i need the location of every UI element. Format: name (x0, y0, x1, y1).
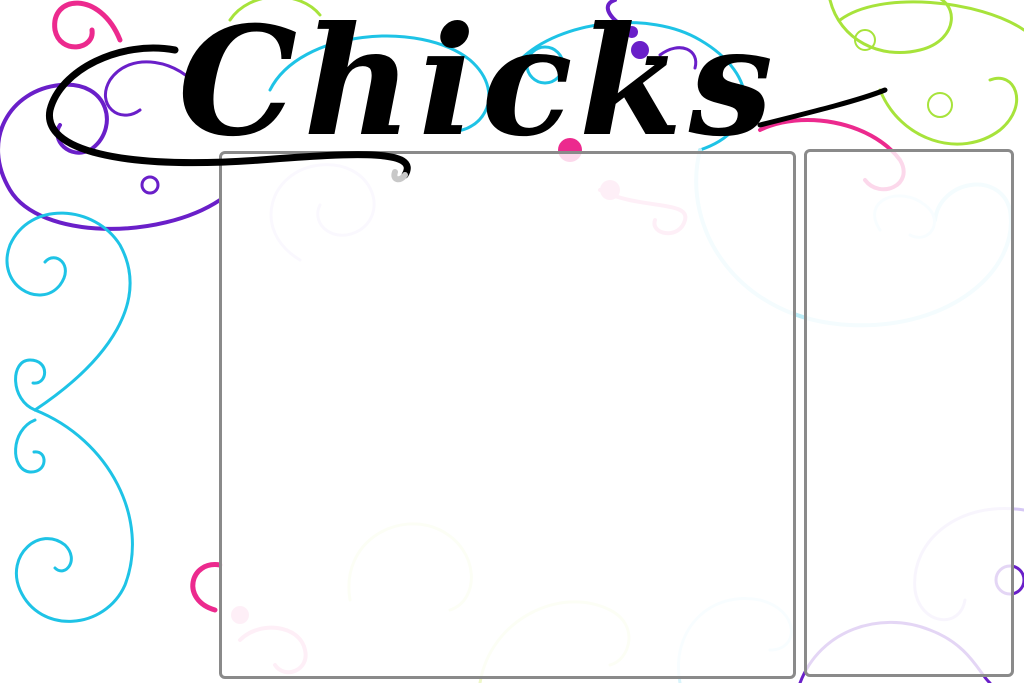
page-title: Chicks (178, 0, 780, 170)
scrapbook-page: Chicks (0, 0, 1024, 683)
pink-swirl-bottom-left (190, 562, 223, 613)
cyan-swirl-left-mid (14, 358, 47, 412)
cyan-swirl-left-upper (5, 211, 132, 412)
cyan-swirl-left-lower (14, 408, 134, 623)
main-content-panel (219, 151, 796, 679)
side-content-panel (804, 149, 1014, 677)
